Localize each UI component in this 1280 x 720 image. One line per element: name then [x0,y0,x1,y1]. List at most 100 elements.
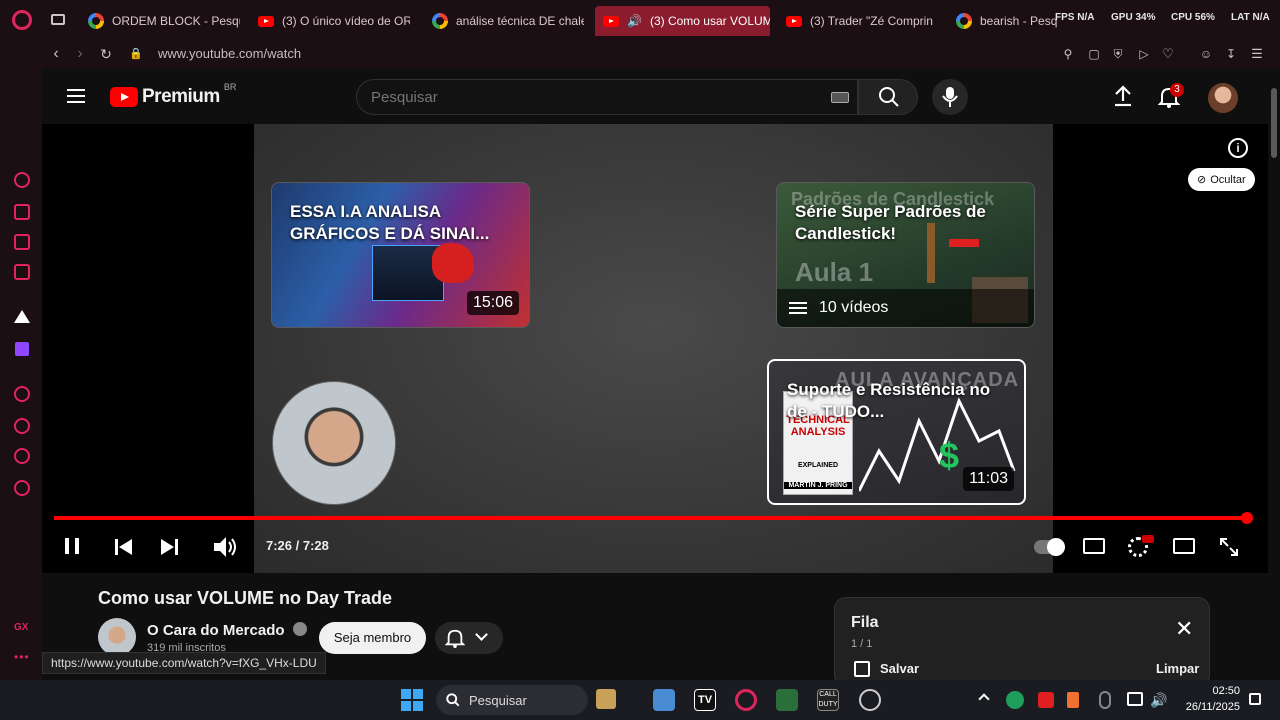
profile-icon[interactable]: ☺ [1196,44,1216,64]
steam-icon[interactable] [859,689,881,711]
windows-start-icon[interactable] [401,689,423,711]
account-avatar[interactable] [1208,83,1238,113]
download-icon[interactable]: ↧ [1221,44,1241,64]
progress-bar[interactable] [54,512,1253,524]
book-subtitle: EXPLAINED [797,462,839,469]
speaker-icon[interactable]: 🔊 [1150,692,1172,714]
tradingview-icon[interactable]: TV [694,689,716,711]
forward-icon[interactable]: › [70,44,90,64]
cpu-stat: CPU 56% [1171,12,1215,23]
record-icon[interactable] [1038,692,1054,708]
close-icon[interactable]: ✕ [1175,618,1193,640]
app-a-icon[interactable] [14,310,30,323]
search-button[interactable] [858,79,918,115]
bag-icon[interactable] [14,204,30,220]
tab-analise-tecnica[interactable]: análise técnica DE chale [424,6,584,36]
book-author: MARTIN J. PRING [784,482,852,489]
pause-icon[interactable] [65,538,79,554]
menu-icon[interactable]: ☰ [1247,44,1267,64]
play-icon[interactable]: ▷ [1134,44,1154,64]
youtube-logo[interactable]: Premium BR [110,82,236,108]
microphone-icon[interactable] [1099,691,1111,709]
time-display: 7:26 / 7:28 [266,538,329,553]
clear-button[interactable]: Limpar [1156,661,1199,676]
shield-icon[interactable]: ⛨ [1108,44,1128,64]
progress-fill [54,516,1247,520]
gx-icon[interactable]: GX [14,622,28,633]
fullscreen-icon[interactable] [1219,537,1239,557]
keyboard-icon[interactable] [831,92,849,103]
opera-gx-icon[interactable] [735,689,757,711]
tab-ordem-block[interactable]: ORDEM BLOCK - Pesqui [80,6,240,36]
pin-icon[interactable]: ⚲ [1058,44,1078,64]
history-icon[interactable] [14,418,30,434]
tab-unico-video[interactable]: (3) O único vídeo de OR [250,6,410,36]
app-tray-icon[interactable] [1067,692,1079,708]
tab-ze-comprin[interactable]: (3) Trader "Zé Comprin [778,6,938,36]
player-icon[interactable] [14,386,30,402]
network-icon[interactable] [1127,692,1143,706]
extensions-icon[interactable] [14,448,30,464]
opera-menu-icon[interactable] [12,10,32,30]
previous-icon[interactable] [114,538,134,556]
security-icon[interactable] [1006,691,1024,709]
video-player[interactable]: ESSA I.A ANALISA GRÁFICOS E DÁ SINAI... … [42,124,1268,573]
channel-avatar[interactable] [98,618,136,656]
settings-icon[interactable] [14,480,30,496]
next-icon[interactable] [159,538,179,556]
notification-badge: 3 [1170,83,1184,97]
volume-icon[interactable] [213,536,239,558]
end-card-video-suporte-resistencia[interactable]: AULA AVANÇADA TECHNICAL ANALYSIS EXPLAIN… [767,359,1026,505]
theater-mode-icon[interactable] [1173,538,1195,554]
search-box[interactable] [356,79,858,115]
end-card-playlist-candlestick[interactable]: Padrões de Candlestick Aula 1 Série Supe… [776,182,1035,328]
hd-badge [1142,535,1154,543]
save-checkbox[interactable] [854,661,870,677]
twitch-icon[interactable] [15,342,29,356]
playlist-count: 10 vídeos [819,299,889,316]
subtitles-icon[interactable] [1083,538,1105,554]
tab-bearish[interactable]: bearish - Pesquisa Goo [948,6,1058,36]
url-field[interactable]: www.youtube.com/watch [158,46,301,61]
back-icon[interactable]: ‹ [46,44,66,64]
lock-icon: 🔒 [129,48,143,60]
info-icon[interactable]: i [1228,138,1248,158]
search-highlight-icon [596,689,616,709]
scrollbar-thumb[interactable] [1271,88,1277,158]
subscription-bell-button[interactable] [435,622,503,654]
snapshot-icon[interactable]: ▢ [1084,44,1104,64]
queue-title: Fila [851,614,879,631]
music-icon[interactable] [14,264,30,280]
autoplay-knob [1047,538,1065,556]
reload-icon[interactable]: ↻ [96,44,116,64]
tab-label: (3) Como usar VOLUM [649,14,770,28]
join-button[interactable]: Seja membro [319,622,426,654]
show-hidden-icons[interactable] [978,693,990,705]
tab-island-icon[interactable] [51,14,65,25]
tab-como-usar-volume[interactable]: 🔊 (3) Como usar VOLUM [595,6,770,36]
end-card-video-ia[interactable]: ESSA I.A ANALISA GRÁFICOS E DÁ SINAI... … [271,182,530,328]
hide-end-cards-button[interactable]: ⊘ Ocultar [1188,168,1255,191]
more-icon[interactable]: ••• [14,650,30,664]
search-input[interactable] [371,87,811,107]
channel-end-card-avatar[interactable] [272,381,396,505]
card-title: Série Super Padrões de Candlestick! [795,202,986,243]
call-of-duty-icon[interactable]: CALL DUTY [817,689,839,711]
page-scrollbar[interactable] [1268,68,1280,680]
voice-search-button[interactable] [932,79,968,115]
upload-icon[interactable] [1112,85,1134,107]
autoplay-toggle[interactable] [1034,538,1065,556]
notification-center-icon[interactable] [1249,693,1261,705]
taskbar-clock[interactable]: 02:50 26/11/2025 [1186,683,1240,715]
save-label[interactable]: Salvar [880,661,919,676]
progress-scrubber[interactable] [1240,512,1253,524]
hamburger-icon[interactable] [67,89,85,103]
taskbar-search[interactable]: Pesquisar [436,685,616,715]
calculator-icon[interactable] [653,689,675,711]
app-icon[interactable] [776,689,798,711]
aria-icon[interactable] [14,172,30,188]
video-end-screen[interactable]: ESSA I.A ANALISA GRÁFICOS E DÁ SINAI... … [254,124,1053,573]
messenger-icon[interactable] [14,234,30,250]
channel-name[interactable]: O Cara do Mercado [147,622,307,639]
heart-icon[interactable]: ♡ [1158,44,1178,64]
